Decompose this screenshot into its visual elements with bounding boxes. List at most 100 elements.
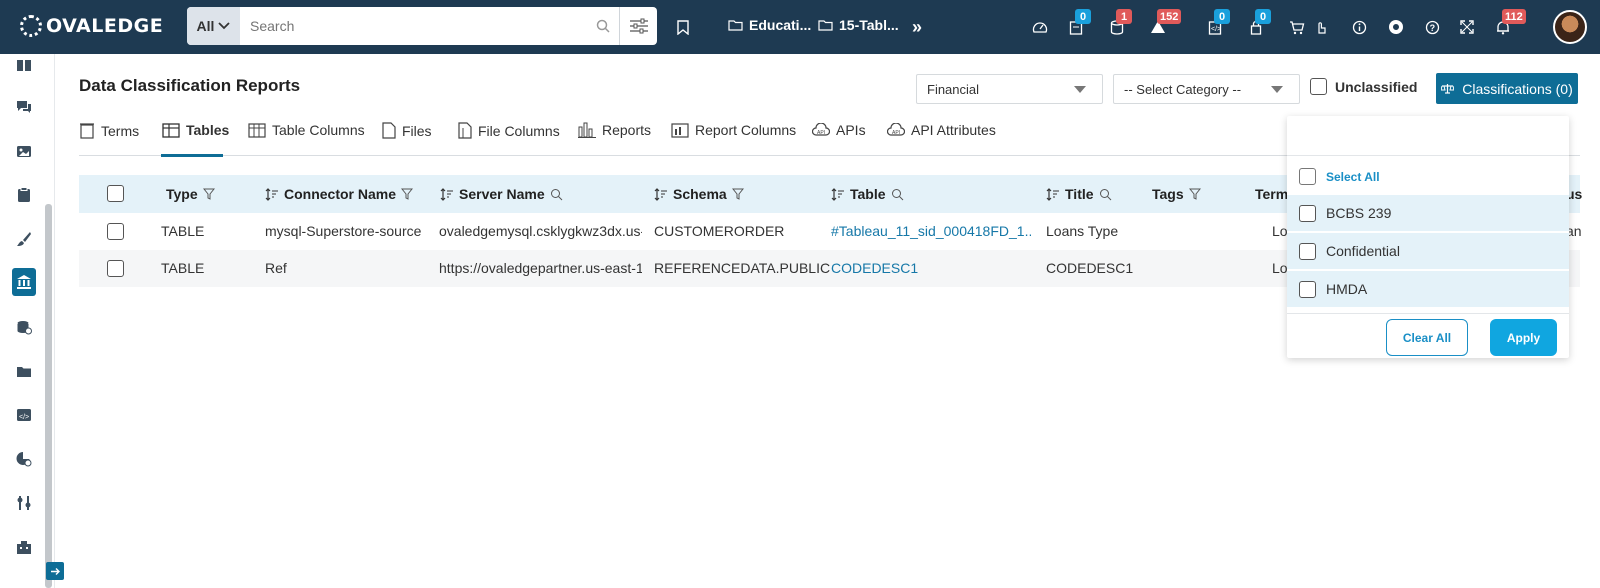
search-icon[interactable]	[550, 188, 563, 201]
row-checkbox[interactable]	[107, 260, 124, 277]
expand-sidebar-button[interactable]	[46, 562, 64, 580]
sidebar-item-tools[interactable]	[13, 492, 35, 514]
filter-icon[interactable]	[731, 188, 744, 200]
column-header-table[interactable]: Table	[831, 186, 904, 202]
tasks-icon[interactable]: 0	[1066, 9, 1091, 37]
cell-server-name: ovaledgemysql.csklygkwz3dx.us-e	[439, 223, 642, 239]
tools-icon	[17, 496, 31, 510]
classification-option[interactable]: HMDA	[1287, 271, 1569, 308]
select-all-checkbox[interactable]	[1299, 168, 1316, 185]
row-checkbox[interactable]	[107, 223, 124, 240]
classification-option[interactable]: BCBS 239	[1287, 195, 1569, 232]
building-icon	[17, 540, 31, 554]
column-header-schema[interactable]: Schema	[654, 186, 744, 202]
sidebar-item-chat[interactable]	[13, 96, 35, 118]
info-icon[interactable]	[1349, 17, 1369, 37]
sidebar-item-book[interactable]	[13, 54, 35, 76]
code-icon[interactable]: </> 0	[1205, 9, 1230, 37]
database-icon[interactable]: 1	[1107, 9, 1132, 37]
tab-api-attributes[interactable]: API API Attributes	[887, 122, 996, 138]
tab-tables[interactable]: Tables	[162, 122, 229, 138]
sidebar: </>	[0, 54, 55, 588]
column-header-tags[interactable]: Tags	[1152, 186, 1201, 202]
search-scope-dropdown[interactable]: All	[187, 7, 240, 45]
cell-connector-name: mysql-Superstore-source	[265, 223, 422, 239]
domain-select[interactable]: Financial	[916, 74, 1103, 104]
apply-button[interactable]: Apply	[1490, 319, 1557, 356]
sidebar-item-brush[interactable]	[13, 228, 35, 250]
help-icon[interactable]: ?	[1422, 17, 1442, 37]
dashboard-icon[interactable]	[1030, 17, 1050, 37]
sort-icon[interactable]	[1046, 187, 1060, 201]
select-all-option[interactable]: Select All	[1299, 168, 1380, 185]
filter-icon[interactable]	[1188, 188, 1201, 200]
classification-search-input[interactable]	[1287, 116, 1569, 156]
column-header-connector-name[interactable]: Connector Name	[265, 186, 414, 202]
filter-icon[interactable]	[401, 188, 414, 200]
search-icon[interactable]	[587, 7, 619, 45]
chat-icon	[17, 101, 31, 113]
unclassified-checkbox[interactable]	[1310, 78, 1327, 95]
unclassified-toggle[interactable]: Unclassified	[1310, 78, 1417, 95]
classification-option[interactable]: Confidential	[1287, 233, 1569, 270]
tab-apis[interactable]: API APIs	[812, 122, 866, 138]
notifications-icon[interactable]: 112	[1493, 9, 1526, 37]
bookmark-icon[interactable]	[673, 17, 693, 37]
breadcrumb-folder-1[interactable]: Educati...	[728, 17, 811, 33]
tab-label: File Columns	[478, 122, 560, 139]
book-icon	[17, 60, 31, 71]
warning-icon[interactable]: 152	[1148, 9, 1182, 37]
tab-reports[interactable]: Reports	[578, 122, 651, 138]
column-header-type[interactable]: Type	[166, 186, 215, 202]
option-checkbox[interactable]	[1299, 242, 1316, 260]
tab-file-columns[interactable]: File Columns	[458, 122, 560, 139]
file-columns-icon	[458, 122, 472, 139]
search-icon[interactable]	[1099, 188, 1112, 201]
user-avatar[interactable]	[1553, 10, 1587, 44]
tab-table-columns[interactable]: Table Columns	[248, 122, 365, 138]
sidebar-item-folders[interactable]	[13, 360, 35, 382]
sidebar-item-clipboard[interactable]	[13, 184, 35, 206]
sidebar-item-reports[interactable]	[13, 448, 35, 470]
api-attributes-icon: API	[887, 123, 905, 136]
sort-icon[interactable]	[440, 187, 454, 201]
column-label: Server Name	[459, 186, 545, 202]
sidebar-scrollbar[interactable]	[45, 204, 52, 588]
chrome-icon[interactable]	[1386, 17, 1406, 37]
option-checkbox[interactable]	[1299, 280, 1316, 298]
sidebar-item-code[interactable]: </>	[13, 404, 35, 426]
column-header-title[interactable]: Title	[1046, 186, 1112, 202]
classifications-button[interactable]: Classifications (0)	[1436, 73, 1578, 104]
cell-table-link[interactable]: CODEDESC1	[831, 260, 1031, 276]
column-header-server-name[interactable]: Server Name	[440, 186, 563, 202]
tab-terms[interactable]: Terms	[79, 122, 139, 139]
cell-table-link[interactable]: #Tableau_11_sid_000418FD_1...	[831, 223, 1031, 239]
double-chevron-right-icon[interactable]: »	[907, 17, 927, 37]
filter-icon[interactable]	[202, 188, 215, 200]
sidebar-item-gallery[interactable]	[13, 140, 35, 162]
sort-icon[interactable]	[831, 187, 845, 201]
option-checkbox[interactable]	[1299, 204, 1316, 222]
breadcrumb-folder-2[interactable]: 15-Tabl...	[818, 17, 899, 33]
sidebar-item-admin[interactable]	[13, 536, 35, 558]
fullscreen-icon[interactable]	[1457, 17, 1477, 37]
search-icon[interactable]	[891, 188, 904, 201]
logo[interactable]: OVALEDGE	[20, 15, 163, 37]
search-input[interactable]	[240, 7, 587, 45]
sidebar-item-data-settings[interactable]	[13, 316, 35, 338]
cart-icon[interactable]	[1287, 17, 1307, 37]
sidebar-item-governance[interactable]	[12, 268, 36, 296]
clear-all-button[interactable]: Clear All	[1386, 319, 1468, 356]
advanced-filter-button[interactable]	[619, 7, 657, 45]
sort-icon[interactable]	[654, 187, 668, 201]
domain-select-value: Financial	[927, 81, 980, 97]
tab-files[interactable]: Files	[382, 122, 432, 139]
column-label: Table	[850, 186, 886, 202]
lock-icon[interactable]: 0	[1246, 9, 1271, 37]
category-select[interactable]: -- Select Category --	[1113, 74, 1300, 104]
tab-report-columns[interactable]: Report Columns	[671, 122, 796, 138]
svg-text:?: ?	[1429, 23, 1435, 33]
sort-icon[interactable]	[265, 187, 279, 201]
touch-icon[interactable]	[1311, 17, 1331, 37]
select-all-rows-checkbox[interactable]	[107, 185, 124, 202]
